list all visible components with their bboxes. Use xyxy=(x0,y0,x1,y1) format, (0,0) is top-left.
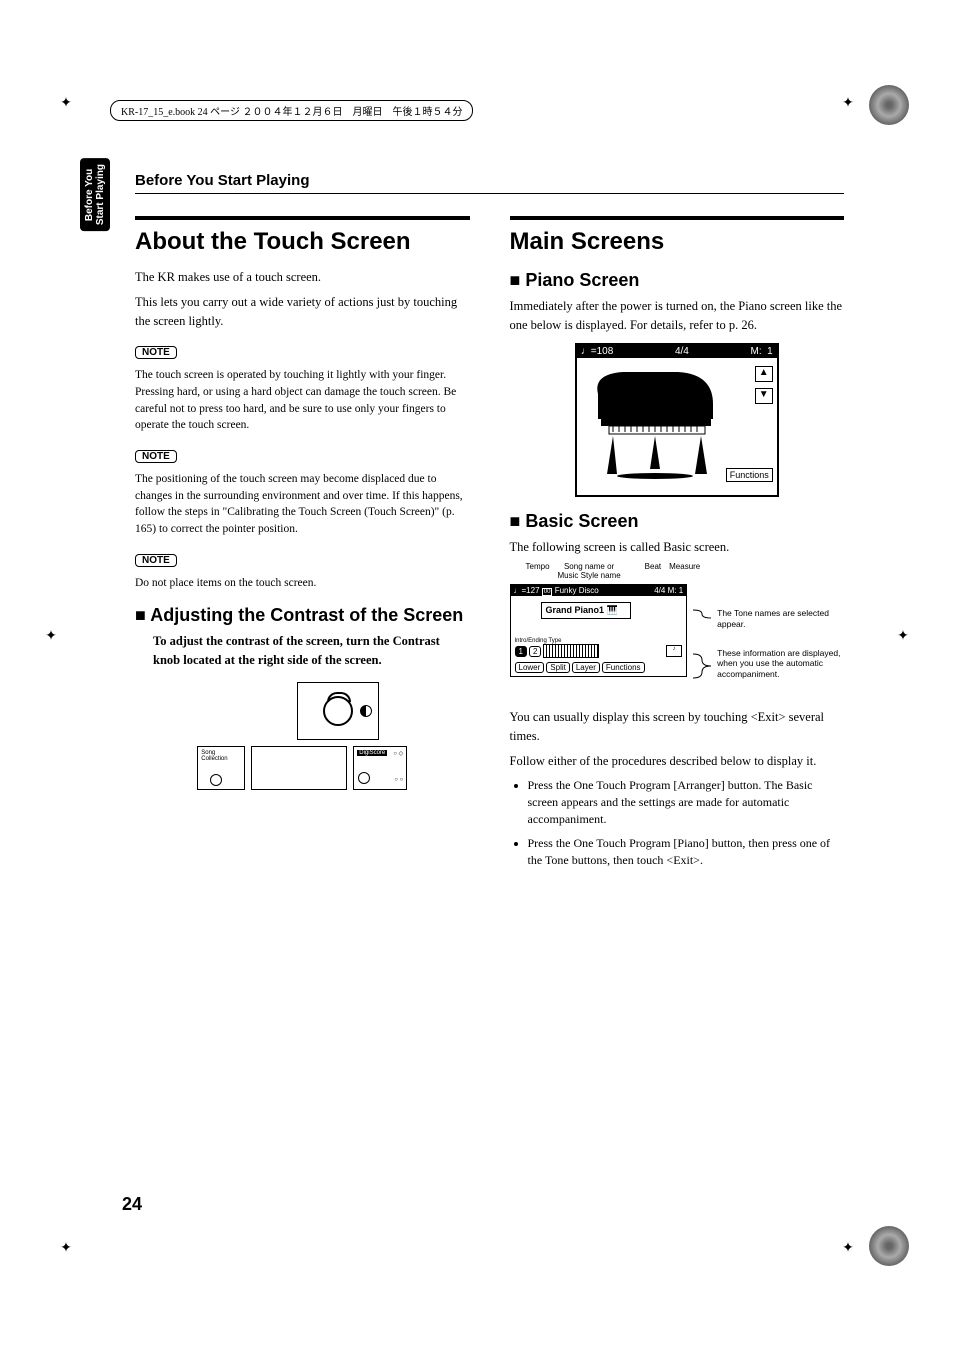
heading-contrast: Adjusting the Contrast of the Screen xyxy=(135,605,470,626)
note-label: NOTE xyxy=(135,450,177,463)
registration-mark-icon xyxy=(869,1226,909,1266)
right-column: Main Screens Piano Screen Immediately af… xyxy=(510,204,845,875)
callout-lines xyxy=(693,584,711,694)
button-icon xyxy=(210,774,222,786)
functions-button: Functions xyxy=(726,468,773,482)
icon-button: ♪ xyxy=(666,645,682,657)
type-1-button: 1 xyxy=(515,646,527,657)
crop-mark-icon xyxy=(892,625,914,647)
registration-mark-icon xyxy=(869,85,909,125)
note-label: NOTE xyxy=(135,554,177,567)
up-arrow-button: ▲ xyxy=(755,366,773,382)
tempo-value: =108 xyxy=(591,346,614,357)
panel-blank xyxy=(251,746,347,790)
page-number: 24 xyxy=(122,1194,142,1215)
body-text: This lets you carry out a wide variety o… xyxy=(135,293,470,331)
callout-accompaniment: These information are displayed, when yo… xyxy=(717,648,844,680)
heading-main-screens: Main Screens xyxy=(510,216,845,256)
crop-mark-icon xyxy=(837,1237,859,1259)
contrast-figure: Song Collection DigiScore ○ ○ ○ ◇ xyxy=(197,682,407,790)
note-text: The positioning of the touch screen may … xyxy=(135,471,470,538)
basic-screen-top-labels: Tempo Song name or Music Style name Beat… xyxy=(526,562,845,580)
tempo-value: =127 xyxy=(522,586,540,595)
m-label: M: xyxy=(668,586,677,595)
contrast-knob-icon xyxy=(323,696,353,726)
measure-value: 1 xyxy=(767,346,773,357)
functions-button: Functions xyxy=(602,662,645,673)
panel-digiscore: DigiScore ○ ○ ○ ◇ xyxy=(353,746,407,790)
m-value: 1 xyxy=(679,586,683,595)
panel-song-collection: Song Collection xyxy=(197,746,245,790)
type-2-button: 2 xyxy=(529,646,541,657)
crop-mark-icon xyxy=(55,92,77,114)
body-text: Follow either of the procedures describe… xyxy=(510,752,845,771)
left-column: About the Touch Screen The KR makes use … xyxy=(135,204,470,875)
timesig: 4/4 xyxy=(675,346,689,357)
body-text: The following screen is called Basic scr… xyxy=(510,538,845,557)
body-text: The KR makes use of a touch screen. xyxy=(135,268,470,287)
heading-touch-screen: About the Touch Screen xyxy=(135,216,470,256)
label-songname: Song name or Music Style name xyxy=(558,562,621,580)
print-header: KR-17_15_e.book 24 ページ ２００４年１２月６日 月曜日 午後… xyxy=(110,100,473,121)
grand-piano-icon xyxy=(583,364,733,482)
label-tempo: Tempo xyxy=(526,562,550,580)
piano-screen-figure: ♩=108 4/4 M: 1 xyxy=(575,343,779,497)
label-beat: Beat xyxy=(645,562,661,580)
crop-mark-icon xyxy=(55,1237,77,1259)
contrast-instruction: To adjust the contrast of the screen, tu… xyxy=(153,632,470,670)
timesig: 4/4 xyxy=(654,586,665,595)
note-text: Do not place items on the touch screen. xyxy=(135,575,470,592)
basic-screen-figure: ♩=127 00 Funky Disco 4/4 M: 1 Grand Pian… xyxy=(510,584,688,677)
section-header: Before You Start Playing xyxy=(135,172,844,194)
lower-button: Lower xyxy=(515,662,545,673)
side-tab: Before You Start Playing xyxy=(80,158,110,231)
keyboard-icon xyxy=(543,644,599,658)
crop-mark-icon xyxy=(837,92,859,114)
button-icon xyxy=(358,772,370,784)
callout-tone: The Tone names are selected appear. xyxy=(717,608,844,629)
split-button: Split xyxy=(546,662,570,673)
down-arrow-button: ▼ xyxy=(755,388,773,404)
measure-label: M: xyxy=(751,346,762,357)
label: Song Collection xyxy=(201,750,241,762)
body-text: You can usually display this screen by t… xyxy=(510,708,845,746)
body-text: Immediately after the power is turned on… xyxy=(510,297,845,335)
layer-button: Layer xyxy=(572,662,600,673)
crop-mark-icon xyxy=(40,625,62,647)
procedure-list: Press the One Touch Program [Arranger] b… xyxy=(510,777,845,870)
label-measure: Measure xyxy=(669,562,700,580)
list-item: Press the One Touch Program [Piano] butt… xyxy=(528,835,845,870)
tone-name: Grand Piano1 🎹 xyxy=(541,602,631,619)
list-item: Press the One Touch Program [Arranger] b… xyxy=(528,777,845,829)
note-label: NOTE xyxy=(135,346,177,359)
note-text: The touch screen is operated by touching… xyxy=(135,367,470,434)
heading-basic-screen: Basic Screen xyxy=(510,511,845,532)
style-name: Funky Disco xyxy=(555,586,599,595)
contrast-icon xyxy=(360,705,372,717)
heading-piano-screen: Piano Screen xyxy=(510,270,845,291)
label: DigiScore xyxy=(357,750,387,756)
print-header-text: KR-17_15_e.book 24 ページ ２００４年１２月６日 月曜日 午後… xyxy=(121,107,462,118)
